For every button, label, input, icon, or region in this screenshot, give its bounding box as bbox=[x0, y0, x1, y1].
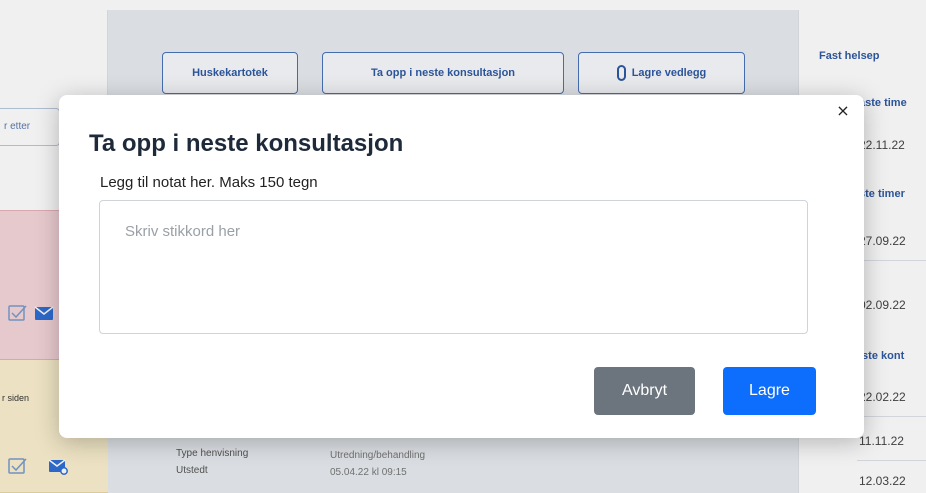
modal-subtitle: Legg til notat her. Maks 150 tegn bbox=[100, 174, 318, 191]
modal-title: Ta opp i neste konsultasjon bbox=[89, 130, 404, 157]
note-textarea[interactable] bbox=[99, 200, 808, 334]
cancel-button[interactable]: Avbryt bbox=[594, 367, 695, 415]
close-icon[interactable]: × bbox=[835, 101, 851, 121]
save-button[interactable]: Lagre bbox=[723, 367, 816, 415]
note-modal: × Ta opp i neste konsultasjon Legg til n… bbox=[59, 95, 864, 438]
